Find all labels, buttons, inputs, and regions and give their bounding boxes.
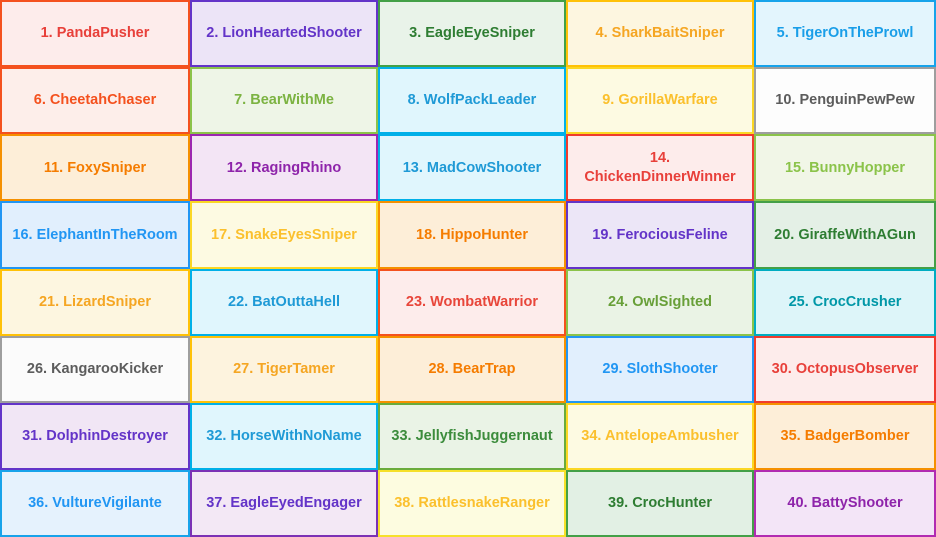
player-cell-39[interactable]: 39. CrocHunter (566, 469, 754, 537)
player-cell-14[interactable]: 14. ChickenDinnerWinner (566, 134, 754, 202)
player-cell-label: 8. WolfPackLeader (407, 92, 537, 109)
player-cell-label: 23. WombatWarrior (405, 293, 539, 310)
player-cell-34[interactable]: 34. AntelopeAmbusher (566, 402, 754, 470)
player-cell-label: 19. FerociousFeline (592, 226, 728, 243)
player-cell-19[interactable]: 19. FerociousFeline (566, 201, 754, 269)
player-cell-10[interactable]: 10. PenguinPewPew (754, 67, 936, 135)
player-cell-label: 7. BearWithMe (234, 92, 334, 109)
player-cell-6[interactable]: 6. CheetahChaser (0, 67, 190, 135)
player-cell-label: 13. MadCowShooter (402, 159, 542, 176)
player-cell-label: 39. CrocHunter (608, 495, 712, 512)
player-cell-40[interactable]: 40. BattyShooter (754, 469, 936, 537)
player-cell-17[interactable]: 17. SnakeEyesSniper (190, 201, 378, 269)
player-cell-label: 1. PandaPusher (40, 25, 150, 42)
player-cell-label: 32. HorseWithNoName (206, 428, 362, 445)
player-cell-label: 40. BattyShooter (787, 495, 903, 512)
player-cell-8[interactable]: 8. WolfPackLeader (378, 67, 566, 135)
player-cell-36[interactable]: 36. VultureVigilante (0, 469, 190, 537)
player-cell-label: 12. RagingRhino (226, 159, 342, 176)
player-cell-27[interactable]: 27. TigerTamer (190, 335, 378, 403)
player-cell-35[interactable]: 35. BadgerBomber (754, 402, 936, 470)
player-cell-32[interactable]: 32. HorseWithNoName (190, 402, 378, 470)
player-cell-label: 27. TigerTamer (233, 360, 335, 377)
player-cell-11[interactable]: 11. FoxySniper (0, 134, 190, 202)
player-cell-15[interactable]: 15. BunnyHopper (754, 134, 936, 202)
player-cell-1[interactable]: 1. PandaPusher (0, 0, 190, 68)
player-cell-label: 17. SnakeEyesSniper (211, 226, 357, 243)
player-cell-label: 24. OwlSighted (608, 293, 712, 310)
player-cell-label: 4. SharkBaitSniper (595, 25, 725, 42)
player-cell-label: 35. BadgerBomber (780, 428, 910, 445)
player-cell-20[interactable]: 20. GiraffeWithAGun (754, 201, 936, 269)
player-cell-label: 31. DolphinDestroyer (22, 428, 168, 445)
player-cell-label: 5. TigerOnTheProwl (776, 25, 914, 42)
player-cell-label: 20. GiraffeWithAGun (774, 226, 916, 243)
player-cell-label: 6. CheetahChaser (33, 92, 157, 109)
player-cell-label: 2. LionHeartedShooter (206, 25, 362, 42)
player-cell-label: 16. ElephantInTheRoom (12, 226, 178, 243)
player-cell-7[interactable]: 7. BearWithMe (190, 67, 378, 135)
player-cell-label: 25. CrocCrusher (788, 293, 902, 310)
player-cell-label: 37. EagleEyedEngager (206, 495, 362, 512)
player-cell-26[interactable]: 26. KangarooKicker (0, 335, 190, 403)
player-cell-37[interactable]: 37. EagleEyedEngager (190, 469, 378, 537)
player-cell-label: 29. SlothShooter (602, 360, 718, 377)
player-cell-24[interactable]: 24. OwlSighted (566, 268, 754, 336)
player-cell-21[interactable]: 21. LizardSniper (0, 268, 190, 336)
player-cell-label: 3. EagleEyeSniper (409, 25, 535, 42)
player-cell-label: 34. AntelopeAmbusher (581, 428, 739, 445)
player-cell-label: 22. BatOuttaHell (228, 293, 340, 310)
player-cell-12[interactable]: 12. RagingRhino (190, 134, 378, 202)
player-cell-label: 9. GorillaWarfare (602, 92, 718, 109)
player-cell-label: 30. OctopusObserver (771, 360, 919, 377)
player-cell-5[interactable]: 5. TigerOnTheProwl (754, 0, 936, 68)
player-cell-9[interactable]: 9. GorillaWarfare (566, 67, 754, 135)
player-cell-3[interactable]: 3. EagleEyeSniper (378, 0, 566, 68)
player-cell-2[interactable]: 2. LionHeartedShooter (190, 0, 378, 68)
player-cell-label: 14. ChickenDinnerWinner (584, 150, 736, 185)
player-cell-28[interactable]: 28. BearTrap (378, 335, 566, 403)
player-cell-33[interactable]: 33. JellyfishJuggernaut (378, 402, 566, 470)
player-name-grid: 1. PandaPusher 2. LionHeartedShooter 3. … (0, 0, 936, 537)
player-cell-29[interactable]: 29. SlothShooter (566, 335, 754, 403)
player-cell-4[interactable]: 4. SharkBaitSniper (566, 0, 754, 68)
player-cell-18[interactable]: 18. HippoHunter (378, 201, 566, 269)
player-cell-label: 26. KangarooKicker (26, 360, 164, 377)
player-cell-38[interactable]: 38. RattlesnakeRanger (378, 469, 566, 537)
player-cell-label: 21. LizardSniper (38, 293, 151, 310)
player-cell-label: 18. HippoHunter (416, 226, 528, 243)
player-cell-label: 38. RattlesnakeRanger (394, 495, 550, 512)
player-cell-13[interactable]: 13. MadCowShooter (378, 134, 566, 202)
player-cell-label: 28. BearTrap (428, 360, 516, 377)
player-cell-30[interactable]: 30. OctopusObserver (754, 335, 936, 403)
player-cell-22[interactable]: 22. BatOuttaHell (190, 268, 378, 336)
player-cell-label: 11. FoxySniper (43, 159, 147, 176)
player-cell-23[interactable]: 23. WombatWarrior (378, 268, 566, 336)
player-cell-25[interactable]: 25. CrocCrusher (754, 268, 936, 336)
player-cell-31[interactable]: 31. DolphinDestroyer (0, 402, 190, 470)
player-cell-label: 36. VultureVigilante (28, 495, 162, 512)
player-cell-label: 33. JellyfishJuggernaut (391, 428, 553, 445)
player-cell-label: 15. BunnyHopper (784, 159, 906, 176)
player-cell-16[interactable]: 16. ElephantInTheRoom (0, 201, 190, 269)
player-cell-label: 10. PenguinPewPew (775, 92, 915, 109)
